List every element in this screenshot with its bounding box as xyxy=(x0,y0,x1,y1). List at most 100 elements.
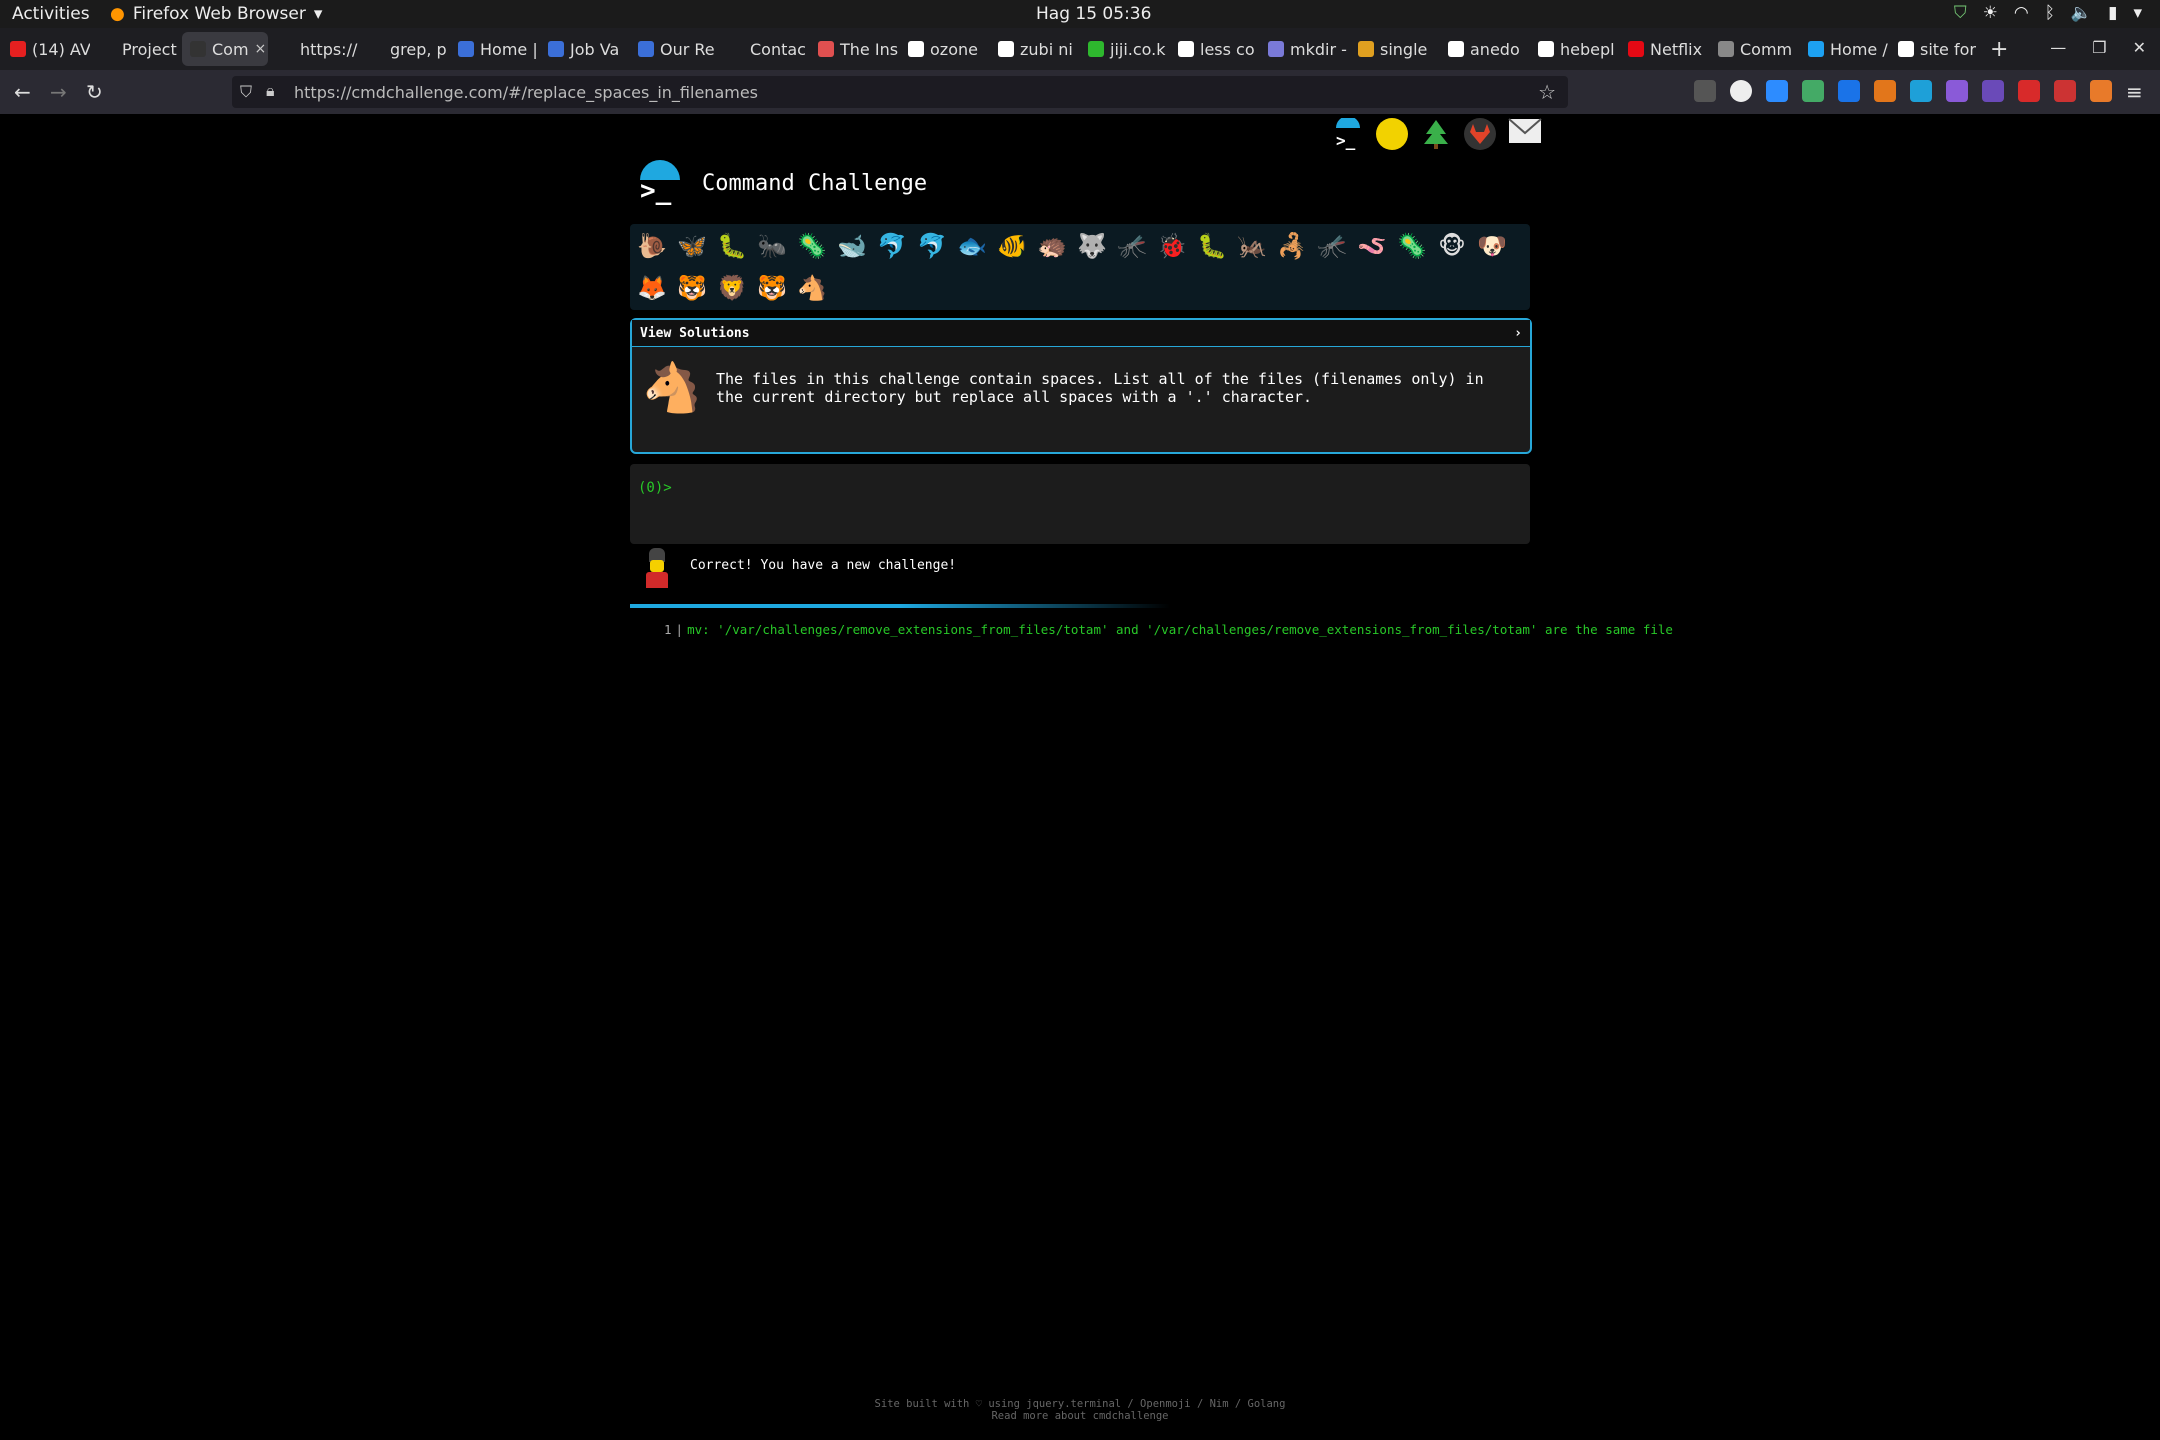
challenge-animal-icon[interactable]: 🐛 xyxy=(716,230,748,262)
flag-extension-icon[interactable] xyxy=(2054,80,2076,102)
tracking-shield-icon[interactable]: ⛉ xyxy=(240,82,252,102)
app-menu[interactable]: ● Firefox Web Browser ▾ xyxy=(110,4,322,24)
footer-about-link[interactable]: Read more about cmdchallenge xyxy=(0,1410,2160,1422)
browser-tab[interactable]: Project xyxy=(92,32,180,66)
challenge-animal-icon[interactable]: 🦠 xyxy=(796,230,828,262)
browser-tab[interactable]: grep, print xyxy=(360,32,448,66)
close-tab-icon[interactable]: × xyxy=(255,41,267,57)
metamask-icon[interactable] xyxy=(1874,80,1896,102)
address-bar[interactable]: ⛉ 🔒︎ https://cmdchallenge.com/#/replace_… xyxy=(232,76,1568,108)
challenge-animal-icon[interactable]: 🦂 xyxy=(1276,230,1308,262)
tab-label: Contac xyxy=(750,39,806,59)
tab-favicon-icon xyxy=(818,41,834,57)
tab-favicon-icon xyxy=(1808,41,1824,57)
browser-tab[interactable]: Home | xyxy=(450,32,538,66)
browser-tab[interactable]: less co xyxy=(1170,32,1258,66)
puzzle-extension-icon[interactable] xyxy=(1802,80,1824,102)
browser-tab[interactable]: Comm xyxy=(1710,32,1798,66)
view-solutions-toggle[interactable]: View Solutions › xyxy=(632,320,1530,347)
close-window-icon[interactable]: ✕ xyxy=(2133,38,2146,57)
browser-tab[interactable]: site for xyxy=(1890,32,1978,66)
challenge-animal-icon[interactable]: 🐟 xyxy=(956,230,988,262)
browser-tab[interactable]: https://cm xyxy=(270,32,358,66)
challenge-animal-icon[interactable]: 🪱 xyxy=(1356,230,1388,262)
challenge-animal-icon[interactable]: 🦠 xyxy=(1396,230,1428,262)
minimize-icon[interactable]: — xyxy=(2050,38,2066,57)
hamburger-menu-icon[interactable]: ≡ xyxy=(2126,80,2148,104)
back-icon[interactable]: ← xyxy=(14,80,31,104)
bookmark-star-icon[interactable]: ☆ xyxy=(1538,80,1556,104)
browser-tab[interactable]: The Ins xyxy=(810,32,898,66)
fox-extension-icon[interactable] xyxy=(2090,80,2112,102)
tab-label: site for xyxy=(1920,39,1976,59)
lightbulb-face-icon[interactable] xyxy=(1376,118,1408,150)
browser-tab[interactable]: ozone xyxy=(900,32,988,66)
tab-favicon-icon xyxy=(1448,41,1464,57)
screenshot-icon[interactable] xyxy=(1946,80,1968,102)
browser-tab[interactable]: single xyxy=(1350,32,1438,66)
system-tray[interactable]: ⛉ ☀ ◠ ᛒ 🔈 ▮ ▾ xyxy=(1954,3,2142,23)
challenge-animal-icon[interactable]: 🦟 xyxy=(1316,230,1348,262)
command-challenge-logo-icon[interactable]: >_ xyxy=(636,160,682,206)
browser-tab[interactable]: Contac xyxy=(720,32,808,66)
challenge-animal-icon[interactable]: 🐯 xyxy=(756,272,788,304)
browser-tab[interactable]: Our Re xyxy=(630,32,718,66)
forward-icon[interactable]: → xyxy=(50,80,67,104)
challenge-animal-icon[interactable]: 🐶 xyxy=(1476,230,1508,262)
new-tab-button[interactable]: + xyxy=(1990,37,2008,62)
s-extension-icon[interactable] xyxy=(1838,80,1860,102)
email-icon[interactable] xyxy=(1508,118,1542,150)
challenge-animal-icon[interactable]: 🦁 xyxy=(716,272,748,304)
terminal-logo-icon[interactable]: >_ xyxy=(1332,116,1364,150)
challenge-animal-icon[interactable]: 🐠 xyxy=(996,230,1028,262)
terminal-output-line: 1 | mv: '/var/challenges/remove_extensions… xyxy=(664,622,1673,637)
challenge-animal-icon[interactable]: 🦔 xyxy=(1036,230,1068,262)
zoom-extension-icon[interactable] xyxy=(1766,80,1788,102)
browser-tab[interactable]: jiji.co.k xyxy=(1080,32,1168,66)
challenge-animal-icon[interactable]: 🐺 xyxy=(1076,230,1108,262)
challenge-animal-icon[interactable]: 🐋 xyxy=(836,230,868,262)
activities-button[interactable]: Activities xyxy=(12,4,90,24)
challenge-animal-icon[interactable]: 🦗 xyxy=(1236,230,1268,262)
restore-icon[interactable]: ❐ xyxy=(2092,38,2106,57)
record-extension-icon[interactable] xyxy=(2018,80,2040,102)
challenge-animal-icon[interactable]: 🐌 xyxy=(636,230,668,262)
browser-tab[interactable]: Home / xyxy=(1800,32,1888,66)
browser-tab[interactable]: Job Va xyxy=(540,32,628,66)
terminal-input[interactable]: (0)> xyxy=(630,464,1530,544)
challenge-animal-icon[interactable]: 🐛 xyxy=(1196,230,1228,262)
challenge-animal-icon[interactable]: 🐜 xyxy=(756,230,788,262)
challenge-animal-icon[interactable]: 🦊 xyxy=(636,272,668,304)
challenge-animal-icon[interactable]: 🐵 xyxy=(1436,230,1468,262)
browser-tab[interactable]: zubi ni xyxy=(990,32,1078,66)
challenge-box: View Solutions › 🐴 The files in this cha… xyxy=(630,318,1532,454)
browser-tab[interactable]: (14) AV xyxy=(2,32,90,66)
challenge-animal-icon[interactable]: 🦟 xyxy=(1116,230,1148,262)
tab-favicon-icon xyxy=(458,41,474,57)
browser-tab[interactable]: hebepl xyxy=(1530,32,1618,66)
reload-icon[interactable]: ↻ xyxy=(86,80,103,104)
lock-icon[interactable]: 🔒︎ xyxy=(266,81,275,101)
challenge-animal-icon[interactable]: 🐬 xyxy=(876,230,908,262)
challenge-animal-icon[interactable]: 🐞 xyxy=(1156,230,1188,262)
challenge-animal-icon[interactable]: 🐯 xyxy=(676,272,708,304)
challenge-animal-icon[interactable]: 🦋 xyxy=(676,230,708,262)
badge-extension-icon[interactable] xyxy=(1910,80,1932,102)
clock[interactable]: Hag 15 05:36 xyxy=(1036,4,1151,24)
wordpress-icon[interactable] xyxy=(1730,80,1752,102)
browser-tab[interactable]: mkdir - xyxy=(1260,32,1348,66)
shield-icon: ⛉ xyxy=(1953,3,1967,23)
pocket-icon[interactable] xyxy=(1694,80,1716,102)
browser-tab[interactable]: anedo xyxy=(1440,32,1528,66)
browser-tab[interactable]: Netflix xyxy=(1620,32,1708,66)
challenge-animal-icon[interactable]: 🐬 xyxy=(916,230,948,262)
footer-credits[interactable]: Site built with ♡ using jquery.terminal … xyxy=(0,1398,2160,1410)
social-links: >_ xyxy=(1332,116,1542,150)
pen-extension-icon[interactable] xyxy=(1982,80,2004,102)
challenge-animal-icon[interactable]: 🐴 xyxy=(796,272,828,304)
url-text[interactable]: https://cmdchallenge.com/#/replace_space… xyxy=(294,83,758,102)
tree-icon[interactable] xyxy=(1420,118,1452,150)
browser-tab[interactable]: Com × xyxy=(182,32,268,66)
gitlab-icon[interactable] xyxy=(1464,118,1496,150)
tab-favicon-icon xyxy=(998,41,1014,57)
